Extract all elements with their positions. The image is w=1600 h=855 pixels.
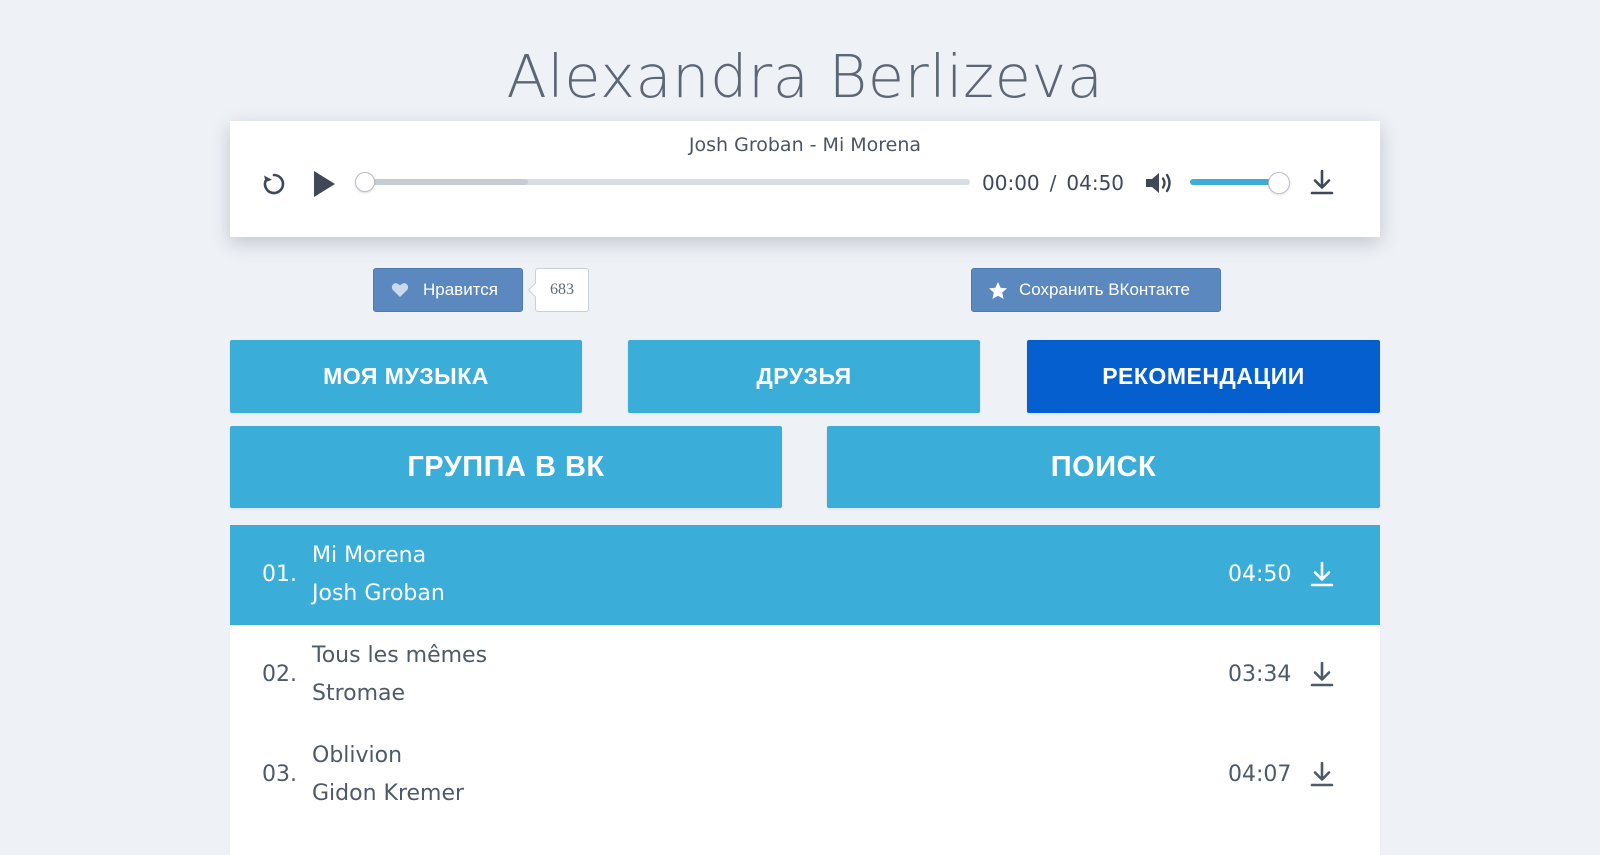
volume-fill: [1190, 179, 1280, 185]
page-title: Alexandra Berlizeva: [506, 42, 1104, 111]
nav-recommendations[interactable]: РЕКОМЕНДАЦИИ: [1027, 340, 1380, 413]
like-count: 683: [535, 268, 589, 312]
download-icon: [1310, 561, 1334, 587]
vk-like-button[interactable]: Нравится: [373, 268, 523, 312]
player-download-button[interactable]: [1306, 166, 1338, 198]
track-title: Mi Morena: [312, 543, 427, 568]
track-artist: Stromae: [312, 681, 406, 706]
volume-button[interactable]: [1142, 166, 1176, 200]
track-list: 01. Mi Morena Josh Groban 04:50 02. Tous…: [230, 525, 1380, 855]
track-duration: 04:50: [1228, 562, 1292, 587]
play-button[interactable]: [306, 166, 342, 202]
star-icon: [988, 281, 1008, 300]
track-download-button[interactable]: [1306, 658, 1338, 690]
progress-bar[interactable]: [365, 179, 970, 185]
track-row[interactable]: 03. Oblivion Gidon Kremer 04:07: [230, 725, 1380, 825]
nav-friends[interactable]: ДРУЗЬЯ: [628, 340, 980, 413]
nav-my-music[interactable]: МОЯ МУЗЫКА: [230, 340, 582, 413]
now-playing-title: Josh Groban - Mi Morena: [688, 134, 922, 156]
nav-search[interactable]: ПОИСК: [827, 426, 1380, 508]
track-download-button[interactable]: [1306, 558, 1338, 590]
track-number: 03.: [262, 762, 297, 787]
track-duration: 03:34: [1228, 662, 1292, 687]
track-title: Oblivion: [312, 743, 403, 768]
track-number: 02.: [262, 662, 297, 687]
replay-button[interactable]: [258, 168, 290, 200]
track-row[interactable]: 01. Mi Morena Josh Groban 04:50: [230, 525, 1380, 625]
download-icon: [1310, 661, 1334, 687]
track-artist: Gidon Kremer: [312, 781, 465, 806]
track-row[interactable]: 02. Tous les mêmes Stromae 03:34: [230, 625, 1380, 725]
nav-vk-group[interactable]: ГРУППА В ВК: [230, 426, 782, 508]
save-label: Сохранить ВКонтакте: [1019, 280, 1191, 299]
download-icon: [1310, 761, 1334, 787]
progress-buffered: [365, 179, 529, 185]
time-separator: /: [1049, 171, 1057, 195]
replay-icon: [263, 173, 285, 195]
progress-thumb[interactable]: [355, 172, 375, 192]
download-icon: [1310, 169, 1334, 195]
total-time: 04:50: [1066, 171, 1125, 195]
track-title: Tous les mêmes: [312, 643, 488, 668]
volume-icon: [1146, 173, 1171, 193]
heart-icon: [391, 282, 409, 298]
track-number: 01.: [262, 562, 297, 587]
current-time: 00:00: [982, 171, 1040, 195]
track-duration: 04:07: [1228, 762, 1292, 787]
play-icon: [314, 171, 335, 197]
like-label: Нравится: [423, 280, 499, 299]
track-artist: Josh Groban: [312, 581, 445, 606]
track-download-button[interactable]: [1306, 758, 1338, 790]
time-readout: 00:00 / 04:50: [982, 170, 1124, 196]
save-vk-button[interactable]: Сохранить ВКонтакте: [971, 268, 1221, 312]
